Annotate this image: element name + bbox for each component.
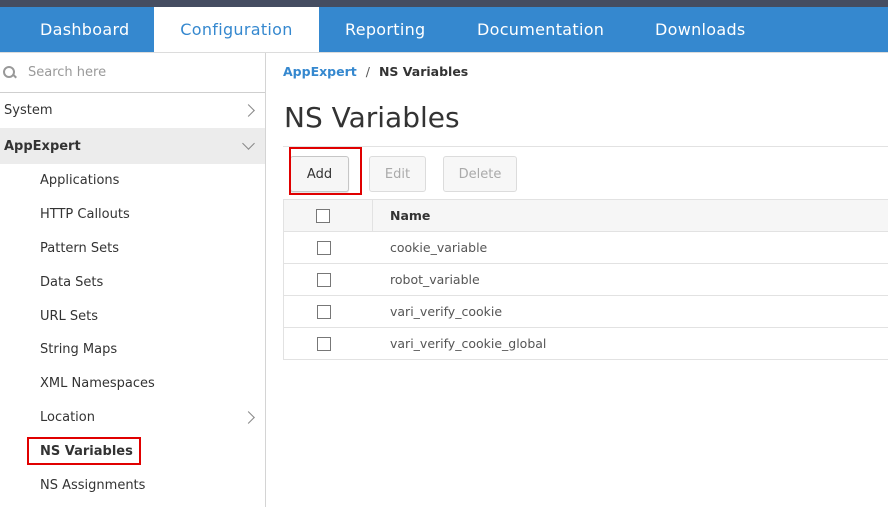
sidebar-item-url-sets[interactable]: URL Sets xyxy=(0,299,265,333)
sidebar-item-label: Data Sets xyxy=(40,274,104,290)
breadcrumb: AppExpert / NS Variables xyxy=(283,64,468,79)
sidebar-item-applications[interactable]: Applications xyxy=(0,164,265,198)
select-all-checkbox[interactable] xyxy=(316,208,330,223)
search-input[interactable] xyxy=(28,65,228,80)
sidebar-item-label: Pattern Sets xyxy=(40,240,120,256)
column-header-name[interactable]: Name xyxy=(373,200,430,231)
tab-downloads[interactable]: Downloads xyxy=(655,7,785,52)
sidebar-item-label: Location xyxy=(40,409,95,425)
tab-documentation[interactable]: Documentation xyxy=(477,7,655,52)
tab-reporting[interactable]: Reporting xyxy=(319,7,477,52)
sidebar-item-string-maps[interactable]: String Maps xyxy=(0,333,265,367)
sidebar-section-label: System xyxy=(4,103,53,118)
select-all-cell xyxy=(284,200,373,231)
tab-configuration[interactable]: Configuration xyxy=(154,7,319,52)
sidebar-item-ns-variables[interactable]: NS Variables xyxy=(0,434,265,468)
row-checkbox-cell xyxy=(284,328,373,359)
sidebar-item-location[interactable]: Location xyxy=(0,401,265,435)
sidebar: System AppExpert Applications HTTP Callo… xyxy=(0,53,266,507)
table-row[interactable]: vari_verify_cookie xyxy=(284,296,888,328)
row-name: robot_variable xyxy=(390,272,480,287)
main-content: AppExpert / NS Variables NS Variables Add … xyxy=(267,53,888,507)
main-nav: Dashboard Configuration Reporting Docume… xyxy=(0,7,888,52)
sidebar-item-label: NS Variables xyxy=(40,443,133,459)
sidebar-item-label: String Maps xyxy=(40,342,118,358)
table-header: Name xyxy=(284,199,888,232)
sidebar-item-http-callouts[interactable]: HTTP Callouts xyxy=(0,198,265,232)
row-checkbox[interactable] xyxy=(316,240,331,255)
row-checkbox-cell xyxy=(284,296,373,327)
sidebar-section-system[interactable]: System xyxy=(0,93,265,128)
table-row[interactable]: cookie_variable xyxy=(284,232,888,264)
sidebar-section-label: AppExpert xyxy=(4,138,81,154)
breadcrumb-current: NS Variables xyxy=(378,64,469,79)
top-strip xyxy=(0,0,888,7)
chevron-right-icon xyxy=(242,104,255,117)
sidebar-item-label: XML Namespaces xyxy=(40,376,155,392)
row-checkbox-cell xyxy=(284,232,373,263)
sidebar-item-data-sets[interactable]: Data Sets xyxy=(0,265,265,299)
breadcrumb-link-appexpert[interactable]: AppExpert xyxy=(283,64,357,79)
delete-button[interactable]: Delete xyxy=(443,156,517,192)
sidebar-item-label: HTTP Callouts xyxy=(40,207,130,223)
row-name: vari_verify_cookie xyxy=(390,304,503,319)
table-row[interactable]: robot_variable xyxy=(284,264,888,296)
ns-variables-table: Name cookie_variable robot_variable vari… xyxy=(283,199,888,360)
sidebar-search xyxy=(0,53,265,93)
row-checkbox-cell xyxy=(284,264,373,295)
sidebar-section-appexpert[interactable]: AppExpert xyxy=(0,128,265,164)
search-icon xyxy=(3,65,17,80)
chevron-down-icon xyxy=(242,137,255,150)
page-title: NS Variables xyxy=(284,101,460,134)
sidebar-item-label: NS Assignments xyxy=(40,477,146,493)
edit-button[interactable]: Edit xyxy=(369,156,426,192)
row-checkbox[interactable] xyxy=(316,336,331,351)
sidebar-item-xml-namespaces[interactable]: XML Namespaces xyxy=(0,367,265,401)
sidebar-item-ns-assignments[interactable]: NS Assignments xyxy=(0,468,265,502)
add-button[interactable]: Add xyxy=(290,156,349,192)
row-checkbox[interactable] xyxy=(316,304,331,319)
row-checkbox[interactable] xyxy=(316,272,331,287)
sidebar-item-label: Applications xyxy=(40,173,120,189)
row-name: cookie_variable xyxy=(390,240,488,255)
row-name: vari_verify_cookie_global xyxy=(390,336,547,351)
table-row[interactable]: vari_verify_cookie_global xyxy=(284,328,888,360)
tab-dashboard[interactable]: Dashboard xyxy=(0,7,154,52)
toolbar: Add Edit Delete xyxy=(283,146,888,199)
chevron-right-icon xyxy=(242,411,255,424)
sidebar-item-pattern-sets[interactable]: Pattern Sets xyxy=(0,232,265,266)
sidebar-item-label: URL Sets xyxy=(40,308,99,324)
breadcrumb-separator: / xyxy=(365,64,370,79)
